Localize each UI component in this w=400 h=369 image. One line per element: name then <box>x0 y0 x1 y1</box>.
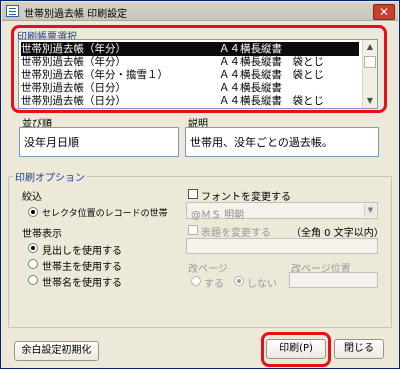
display-label: 世帯表示 <box>22 229 62 240</box>
scroll-up-icon[interactable]: ▲ <box>363 40 377 54</box>
display-radio-heading[interactable] <box>28 243 38 253</box>
heading-input[interactable] <box>186 238 378 254</box>
page-break-position-input[interactable] <box>289 272 378 288</box>
print-options-label: 印刷オプション <box>13 169 87 184</box>
list-scrollbar[interactable]: ▲ ▼ <box>362 40 377 108</box>
window-title: 世帯別過去帳 印刷設定 <box>24 9 128 20</box>
page-break-yes-radio[interactable] <box>191 276 201 286</box>
chevron-down-icon[interactable]: ▼ <box>364 204 376 217</box>
reset-margins-button[interactable]: 余白設定初期化 <box>14 341 99 361</box>
close-button[interactable]: 閉じる <box>334 339 384 359</box>
form-listbox[interactable]: 世帯別過去帳（年分） Ａ４横長縦書 世帯別過去帳（年分） Ａ４横長縦書 袋とじ 世帯… <box>18 39 378 109</box>
print-button[interactable]: 印刷(P) <box>266 339 326 359</box>
list-item[interactable]: 世帯別過去帳（日分） Ａ４横長縦書 袋とじ <box>21 94 359 108</box>
app-icon <box>6 5 19 17</box>
filter-label: 絞込 <box>22 192 42 203</box>
page-break-no-label: しない <box>247 279 277 290</box>
heading-limit-text: （全角 0 文字以内） <box>291 228 384 239</box>
list-item[interactable]: 世帯別過去帳（年分） Ａ４横長縦書 <box>21 42 359 56</box>
page-break-no-radio[interactable] <box>234 276 244 286</box>
font-select-value: @ＭＳ 明朝 <box>191 210 245 221</box>
display-option-head: 世帯主を使用する <box>42 262 122 273</box>
display-option-name: 世帯名を使用する <box>42 278 122 289</box>
list-item[interactable]: 世帯別過去帳（年分） Ａ４横長縦書 袋とじ <box>21 55 359 69</box>
order-field: 没年月日順 <box>19 127 179 157</box>
heading-change-label: 表題を変更する <box>201 228 271 239</box>
list-item[interactable]: 世帯別過去帳（年分・擔雪１） Ａ４横長縦書 袋とじ <box>21 68 359 82</box>
filter-radio[interactable] <box>28 207 38 217</box>
font-select[interactable]: @ＭＳ 明朝 ▼ <box>186 202 378 221</box>
title-bar: 世帯別過去帳 印刷設定 ✕ <box>2 2 398 21</box>
display-option-heading: 見出しを使用する <box>42 246 122 257</box>
heading-change-checkbox[interactable] <box>188 225 198 235</box>
display-radio-head[interactable] <box>28 259 38 269</box>
list-item[interactable]: 世帯別過去帳（日分） Ａ４横長縦書 <box>21 81 359 95</box>
page-break-yes-label: する <box>204 279 224 290</box>
print-settings-window: 世帯別過去帳 印刷設定 ✕ 印刷帳票選択 世帯別過去帳（年分） Ａ４横長縦書 世帯… <box>0 0 400 369</box>
page-break-label: 改ページ <box>188 264 228 275</box>
description-field: 世帯用、没年ごとの過去帳。 <box>185 127 379 157</box>
close-window-button[interactable]: ✕ <box>373 4 395 20</box>
font-change-checkbox[interactable] <box>188 189 198 199</box>
font-change-label: フォントを変更する <box>201 192 291 203</box>
display-radio-name[interactable] <box>28 275 38 285</box>
filter-option-label: セレクタ位置のレコードの世帯 <box>42 209 168 219</box>
scroll-down-icon[interactable]: ▼ <box>363 94 377 108</box>
scroll-thumb[interactable] <box>364 56 376 68</box>
